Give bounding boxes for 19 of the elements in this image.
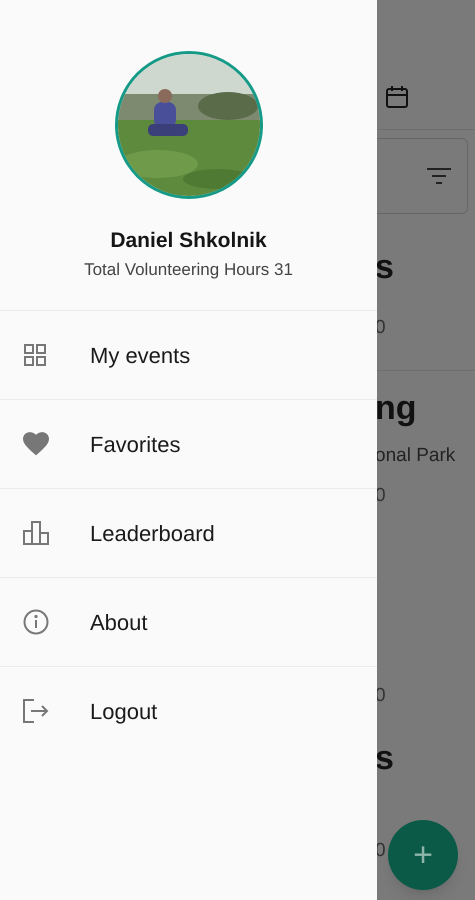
menu-item[interactable]: About [0, 577, 377, 666]
menu-item[interactable]: Favorites [0, 399, 377, 488]
info-icon [23, 609, 49, 635]
card-title: s [375, 250, 394, 284]
user-name: Daniel Shkolnik [110, 230, 267, 251]
card-location: onal Park [375, 446, 456, 465]
menu-item[interactable]: Logout [0, 666, 377, 755]
logout-icon [23, 699, 49, 723]
card-title: ng [375, 391, 417, 425]
card-title: s [375, 741, 394, 775]
heart-icon [23, 432, 49, 456]
menu-item[interactable]: Leaderboard [0, 488, 377, 577]
podium-icon [23, 521, 49, 545]
menu-item[interactable]: My events [0, 310, 377, 399]
add-button[interactable]: + [388, 820, 458, 890]
filter-icon[interactable] [427, 168, 451, 184]
grid-icon [23, 343, 47, 367]
calendar-icon[interactable] [385, 85, 409, 109]
volunteering-hours: Total Volunteering Hours 31 [84, 261, 293, 278]
